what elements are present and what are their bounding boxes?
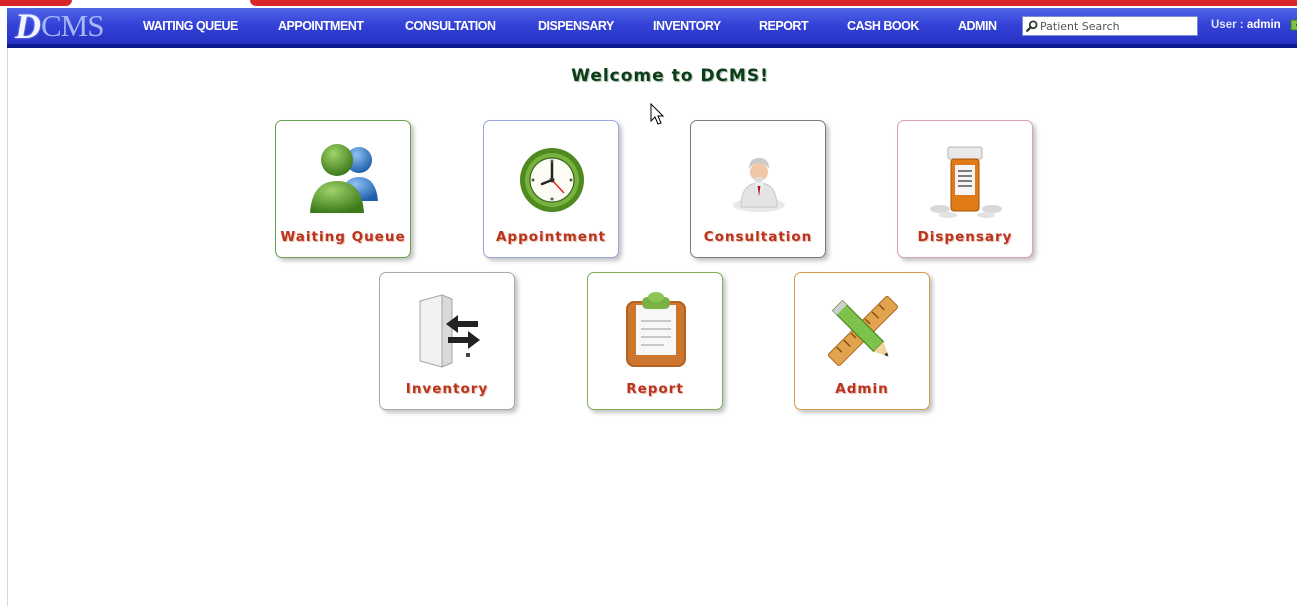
tile-consultation[interactable]: Consultation	[690, 120, 826, 258]
search-icon	[1026, 20, 1038, 32]
logout-icon[interactable]	[1290, 18, 1297, 32]
transfer-icon	[419, 294, 480, 368]
nav-waiting-queue[interactable]: WAITING QUEUE	[143, 8, 238, 44]
clipboard-icon	[626, 292, 686, 367]
tile-label: Inventory	[405, 381, 489, 397]
patient-search-input[interactable]	[1038, 18, 1192, 34]
user-name: admin	[1246, 19, 1281, 31]
logo-text: CMS	[41, 8, 104, 43]
clock-icon	[520, 148, 584, 212]
pill-bottle-icon	[930, 146, 1002, 218]
current-user: User : admin	[1211, 8, 1281, 44]
app-window: D CMS WAITING QUEUE APPOINTMENT CONSULTA…	[0, 0, 1297, 606]
tile-inventory[interactable]: Inventory	[379, 272, 515, 410]
top-nav-bar: D CMS WAITING QUEUE APPOINTMENT CONSULTA…	[7, 8, 1297, 44]
tile-waiting-queue[interactable]: Waiting Queue	[275, 120, 411, 258]
app-logo[interactable]: D CMS	[15, 6, 131, 46]
tile-report[interactable]: Report	[587, 272, 723, 410]
welcome-heading: Welcome to DCMS!	[571, 66, 769, 86]
nav-report[interactable]: REPORT	[759, 8, 809, 44]
tile-label: Admin	[835, 381, 889, 397]
users-icon	[310, 144, 378, 213]
tools-icon	[827, 295, 899, 367]
tile-dispensary[interactable]: Dispensary	[897, 120, 1033, 258]
tile-label: Appointment	[495, 229, 607, 245]
page-edge	[7, 48, 8, 606]
tile-label: Dispensary	[917, 229, 1013, 245]
nav-bar-underline	[7, 44, 1297, 48]
tile-label: Consultation	[703, 229, 813, 245]
doctor-icon	[733, 158, 785, 212]
mouse-cursor-icon	[650, 103, 665, 125]
user-prefix: User :	[1211, 19, 1244, 31]
tile-appointment[interactable]: Appointment	[483, 120, 619, 258]
browser-chrome-fragment	[250, 0, 1297, 6]
tile-label: Waiting Queue	[280, 229, 406, 245]
patient-search-box	[1022, 16, 1198, 36]
nav-admin[interactable]: ADMIN	[958, 8, 997, 44]
logo-initial: D	[15, 6, 41, 46]
nav-dispensary[interactable]: DISPENSARY	[538, 8, 614, 44]
nav-cash-book[interactable]: CASH BOOK	[847, 8, 919, 44]
nav-consultation[interactable]: CONSULTATION	[405, 8, 496, 44]
nav-appointment[interactable]: APPOINTMENT	[278, 8, 364, 44]
tile-label: Report	[626, 381, 684, 397]
tile-admin[interactable]: Admin	[794, 272, 930, 410]
nav-inventory[interactable]: INVENTORY	[653, 8, 721, 44]
